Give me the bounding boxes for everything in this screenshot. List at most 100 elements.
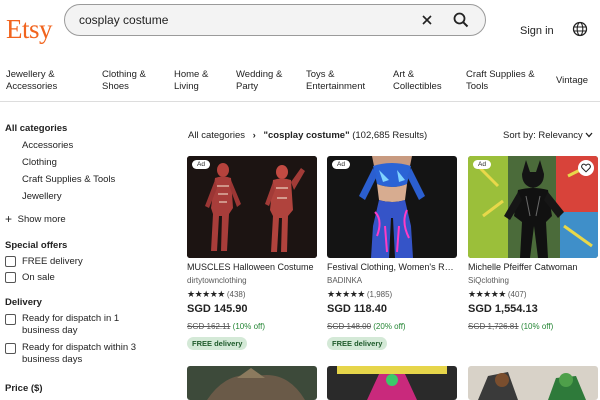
plus-icon: + [5,212,13,226]
nav-item-jewellery[interactable]: Jewellery & Accessories [6,69,57,93]
sort-label: Sort by: Relevancy [503,130,583,141]
sign-in-link[interactable]: Sign in [520,25,554,37]
stars: ★★★★★ [187,289,225,299]
on-sale-checkbox[interactable] [5,272,16,283]
dispatch-3-label[interactable]: Ready for dispatch within 3 business day… [22,342,136,366]
category-link[interactable]: Craft Supplies & Tools [22,174,115,185]
search-icon[interactable] [450,9,472,31]
show-more-button[interactable]: + Show more [5,211,66,226]
free-delivery-badge: FREE delivery [187,337,248,350]
star-rating: ★★★★★ (1,985) [327,289,392,300]
on-sale-label[interactable]: On sale [22,272,55,283]
nav-label: Entertainment [306,81,366,92]
product-image[interactable]: Ad [187,156,317,258]
nav-label: Party [236,81,259,92]
star-rating: ★★★★★ (407) [468,289,527,300]
chevron-down-icon [585,130,593,141]
dispatch-1-label[interactable]: Ready for dispatch in 1 business day [22,313,119,337]
header: Etsy Sign in [0,0,600,60]
dispatch-3-checkbox[interactable] [5,343,16,354]
product-title[interactable]: MUSCLES Halloween Costume [187,262,317,272]
discount-label: (20% off) [373,322,406,331]
nav-item-art[interactable]: Art & Collectibles [393,69,442,93]
price-heading: Price ($) [5,383,43,394]
product-image[interactable]: Ad [327,156,457,258]
strikethrough-price: SGD 162.11 [187,322,231,331]
free-delivery-label[interactable]: FREE delivery [22,256,83,267]
search-input[interactable] [79,11,409,29]
results-count: (102,685 Results) [352,130,428,141]
breadcrumb-query: "cosplay costume" [263,130,350,141]
review-count: (438) [226,290,246,299]
original-price: SGD 148.00 (20% off) [327,322,406,331]
nav-label: Shoes [102,81,129,92]
nav-label: Jewellery & [6,69,55,80]
stars: ★★★★★ [327,289,365,299]
ad-badge: Ad [473,160,491,169]
product-price: SGD 145.90 [187,303,248,315]
nav-item-vintage[interactable]: Vintage [556,75,588,87]
show-more-label: Show more [17,214,66,225]
sort-dropdown[interactable]: Sort by: Relevancy [503,130,593,141]
dispatch-3-line: business days [22,354,83,365]
shop-name[interactable]: SiQclothing [468,276,509,285]
delivery-heading: Delivery [5,297,42,308]
nav-item-clothing[interactable]: Clothing & Shoes [102,69,146,93]
free-delivery-badge: FREE delivery [327,337,388,350]
category-link[interactable]: Jewellery [22,191,62,202]
nav-item-toys[interactable]: Toys & Entertainment [306,69,365,93]
nav-item-wedding[interactable]: Wedding & Party [236,69,282,93]
nav-label: Collectibles [393,81,442,92]
nav-label: Accessories [6,81,58,92]
original-price: SGD 162.11 (10% off) [187,322,265,331]
star-rating: ★★★★★ (438) [187,289,246,300]
nav-label: Vintage [556,75,589,86]
dispatch-3-line: Ready for dispatch within 3 [22,342,137,353]
category-nav: Jewellery & Accessories Clothing & Shoes H… [0,62,600,102]
nav-label: Art & [393,69,415,80]
nav-label: Wedding & [236,69,283,80]
nav-item-home[interactable]: Home & Living [174,69,208,93]
ad-badge: Ad [332,160,350,169]
strikethrough-price: SGD 1,726.81 [468,322,519,331]
review-count: (1,985) [366,290,393,299]
product-price: SGD 1,554.13 [468,303,538,315]
dispatch-1-line: Ready for dispatch in 1 [22,313,120,324]
clear-icon[interactable] [417,10,437,30]
strikethrough-price: SGD 148.00 [327,322,372,331]
category-link[interactable]: Clothing [22,157,57,168]
stars: ★★★★★ [468,289,506,299]
free-delivery-checkbox[interactable] [5,256,16,267]
product-image[interactable]: Ad [468,156,598,258]
shop-name[interactable]: BADINKA [327,276,362,285]
nav-label: Living [174,81,199,92]
product-image[interactable] [468,366,598,400]
all-categories-heading[interactable]: All categories [5,123,67,134]
search-bar[interactable] [64,4,486,36]
product-image[interactable] [187,366,317,400]
nav-item-craft[interactable]: Craft Supplies & Tools [466,69,535,93]
discount-label: (10% off) [520,322,554,331]
etsy-logo[interactable]: Etsy [6,14,53,45]
breadcrumb-all-categories[interactable]: All categories [188,130,245,141]
original-price: SGD 1,726.81 (10% off) [468,322,553,331]
cart-icon[interactable] [572,21,588,37]
shop-name[interactable]: dirtytownclothing [187,276,247,285]
review-count: (407) [507,290,527,299]
discount-label: (10% off) [232,322,265,331]
dispatch-1-line: business day [22,325,78,336]
heart-icon[interactable] [578,160,594,176]
nav-label: Home & [174,69,209,80]
product-price: SGD 118.40 [327,303,387,315]
ad-badge: Ad [192,160,210,169]
product-title[interactable]: Michelle Pfeiffer Catwoman [468,262,598,272]
breadcrumb: All categories › "cosplay costume" (102,… [188,130,427,141]
nav-label: Clothing & [102,69,146,80]
product-image[interactable] [327,366,457,400]
special-offers-heading: Special offers [5,240,68,251]
dispatch-1-checkbox[interactable] [5,314,16,325]
category-link[interactable]: Accessories [22,140,73,151]
nav-label: Toys & [306,69,335,80]
product-title[interactable]: Festival Clothing, Women's Rave [327,262,457,272]
nav-label: Tools [466,81,489,92]
